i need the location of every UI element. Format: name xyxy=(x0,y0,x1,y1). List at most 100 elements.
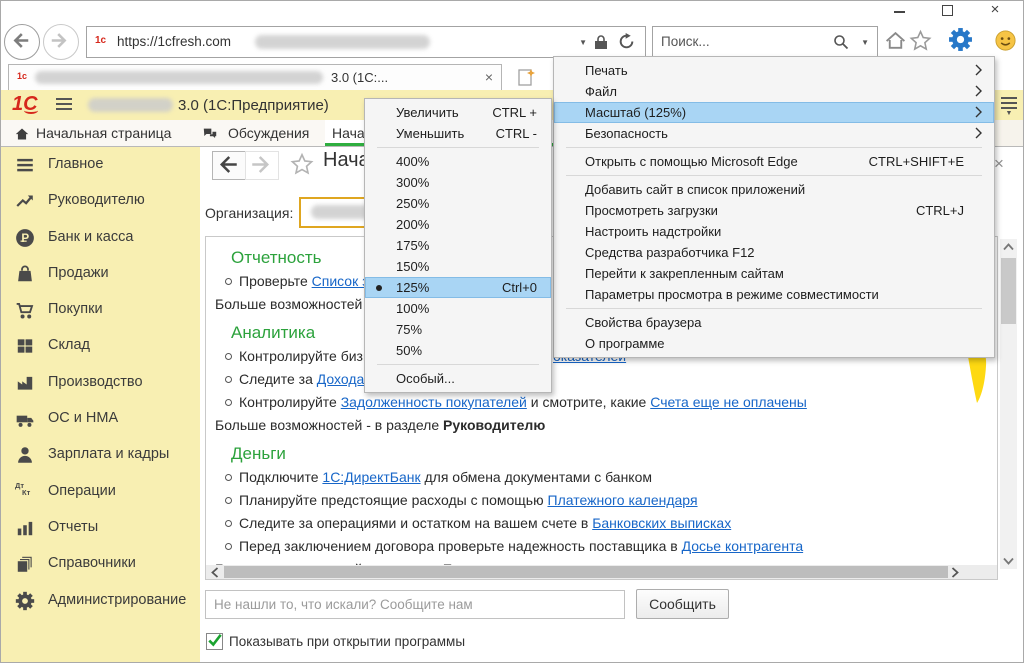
sidebar-item-3[interactable]: Продажи xyxy=(0,256,200,292)
zoom-menu-item-3[interactable]: 400% xyxy=(365,151,551,172)
url-text: https://1cfresh.com xyxy=(117,34,231,49)
maximize-icon[interactable] xyxy=(932,0,962,20)
sidebar-item-2[interactable]: PБанк и касса xyxy=(0,220,200,256)
content-text: Подключите xyxy=(239,469,322,485)
zoom-menu-item-11[interactable]: 75% xyxy=(365,319,551,340)
content-link[interactable]: Счета еще не оплачены xyxy=(650,394,807,410)
content-line: Контролируйте Задолженность покупателей … xyxy=(206,391,997,414)
content-line: Следите за Доходам xyxy=(206,368,997,391)
scroll-left-icon[interactable] xyxy=(211,567,219,578)
chat-icon xyxy=(202,126,218,142)
favorites-star-icon[interactable] xyxy=(909,29,932,52)
feedback-submit-button[interactable]: Сообщить xyxy=(636,589,729,619)
settings-menu-item-label: Настроить надстройки xyxy=(585,224,721,239)
gear-icon xyxy=(15,591,35,611)
settings-menu-item-label: Параметры просмотра в режиме совместимос… xyxy=(585,287,879,302)
zoom-menu-item-5[interactable]: 250% xyxy=(365,193,551,214)
close-window-icon[interactable]: × xyxy=(980,0,1010,20)
refresh-icon[interactable] xyxy=(618,33,635,50)
settings-menu-item-12[interactable]: Параметры просмотра в режиме совместимос… xyxy=(554,284,994,305)
app-tab-1[interactable]: Обсуждения xyxy=(190,120,326,146)
search-box[interactable]: Поиск... ▼ xyxy=(652,26,878,58)
bullet-icon xyxy=(225,543,232,550)
url-bar[interactable]: 1с https://1cfresh.com ▼ xyxy=(86,26,646,58)
page-back-button[interactable] xyxy=(212,151,246,180)
bullet-icon xyxy=(225,497,232,504)
sidebar-item-8[interactable]: Зарплата и кадры xyxy=(0,437,200,473)
zoom-menu-item-8[interactable]: 150% xyxy=(365,256,551,277)
content-link[interactable]: Платежного календаря xyxy=(548,492,698,508)
content-line: Больше возможностей - в разделе Руководи… xyxy=(206,414,997,437)
main-menu-burger-icon[interactable]: ▼ xyxy=(1001,97,1017,116)
feedback-smiley-icon[interactable] xyxy=(994,29,1017,52)
tab-close-icon[interactable]: × xyxy=(485,69,493,85)
content-link[interactable]: Банковских выписках xyxy=(592,515,731,531)
content-text: Больше возможностей - в разделе xyxy=(215,417,443,433)
vertical-scroll-thumb[interactable] xyxy=(1001,258,1016,324)
content-link[interactable]: 1С:ДиректБанк xyxy=(322,469,420,485)
browser-tab[interactable]: 1с 3.0 (1С:... × xyxy=(8,64,502,91)
vertical-scrollbar[interactable] xyxy=(1000,239,1017,569)
settings-gear-icon[interactable] xyxy=(948,27,973,57)
zoom-menu-item-12[interactable]: 50% xyxy=(365,340,551,361)
favorite-star-icon[interactable] xyxy=(290,152,314,176)
zoom-menu-item-4[interactable]: 300% xyxy=(365,172,551,193)
settings-menu-item-5[interactable]: Открыть с помощью Microsoft EdgeCTRL+SHI… xyxy=(554,151,994,172)
sidebar-item-7[interactable]: ОС и НМА xyxy=(0,401,200,437)
scroll-right-icon[interactable] xyxy=(951,567,959,578)
settings-menu-item-11[interactable]: Перейти к закрепленным сайтам xyxy=(554,263,994,284)
zoom-menu-item-6[interactable]: 200% xyxy=(365,214,551,235)
page-forward-button[interactable] xyxy=(245,151,279,180)
sidebar-item-12[interactable]: Администрирование xyxy=(0,583,200,619)
content-link[interactable]: Задолженность покупателей xyxy=(341,394,527,410)
settings-menu-item-10[interactable]: Средства разработчика F12 xyxy=(554,242,994,263)
settings-menu-item-7[interactable]: Добавить сайт в список приложений xyxy=(554,179,994,200)
zoom-menu-item-1[interactable]: УменьшитьCTRL - xyxy=(365,123,551,144)
sidebar-item-9[interactable]: ДтКтОперации xyxy=(0,474,200,510)
home-icon[interactable] xyxy=(884,29,907,52)
search-icon[interactable] xyxy=(833,34,849,50)
zoom-menu-item-9[interactable]: 125%Ctrl+0 xyxy=(365,277,551,298)
close-panel-icon[interactable]: × xyxy=(994,154,1004,174)
zoom-menu-item-10[interactable]: 100% xyxy=(365,298,551,319)
horizontal-scrollbar[interactable] xyxy=(206,565,997,579)
settings-menu-item-label: Добавить сайт в список приложений xyxy=(585,182,805,197)
settings-menu-item-9[interactable]: Настроить надстройки xyxy=(554,221,994,242)
horizontal-scroll-thumb[interactable] xyxy=(224,566,948,578)
menu-shortcut: Ctrl+0 xyxy=(502,277,537,298)
feedback-input[interactable] xyxy=(205,590,625,619)
new-tab-icon[interactable] xyxy=(516,67,536,87)
sidebar-item-11[interactable]: Справочники xyxy=(0,546,200,582)
settings-menu-item-8[interactable]: Просмотреть загрузкиCTRL+J xyxy=(554,200,994,221)
show-on-start-checkbox[interactable] xyxy=(206,633,223,650)
scroll-up-icon[interactable] xyxy=(1003,243,1014,251)
settings-menu-item-0[interactable]: Печать xyxy=(554,60,994,81)
app-tab-label: Начальная страница xyxy=(36,125,171,141)
back-button[interactable] xyxy=(4,24,40,60)
sidebar-item-4[interactable]: Покупки xyxy=(0,292,200,328)
truck-icon xyxy=(15,409,35,429)
url-dropdown-icon[interactable]: ▼ xyxy=(579,38,587,47)
zoom-menu-item-7[interactable]: 175% xyxy=(365,235,551,256)
scroll-down-icon[interactable] xyxy=(1003,557,1014,565)
minimize-icon[interactable] xyxy=(884,0,914,20)
sidebar-item-1[interactable]: Руководителю xyxy=(0,183,200,219)
sidebar-item-0[interactable]: Главное xyxy=(0,147,200,183)
settings-menu-item-3[interactable]: Безопасность xyxy=(554,123,994,144)
sidebar-item-6[interactable]: Производство xyxy=(0,365,200,401)
zoom-menu-item-14[interactable]: Особый... xyxy=(365,368,551,389)
settings-menu-item-2[interactable]: Масштаб (125%) xyxy=(554,102,994,123)
hamburger-menu-icon[interactable] xyxy=(56,98,72,113)
bullet-icon xyxy=(225,278,232,285)
settings-menu-item-15[interactable]: О программе xyxy=(554,333,994,354)
search-dropdown-icon[interactable]: ▼ xyxy=(861,38,869,47)
settings-menu-item-14[interactable]: Свойства браузера xyxy=(554,312,994,333)
content-link[interactable]: Досье контрагента xyxy=(682,538,804,554)
forward-button[interactable] xyxy=(43,24,79,60)
sidebar-item-10[interactable]: Отчеты xyxy=(0,510,200,546)
settings-menu-item-1[interactable]: Файл xyxy=(554,81,994,102)
menu-shortcut: CTRL+SHIFT+E xyxy=(869,151,964,172)
sidebar-item-5[interactable]: Склад xyxy=(0,328,200,364)
zoom-menu-item-0[interactable]: УвеличитьCTRL + xyxy=(365,102,551,123)
app-tab-0[interactable]: Начальная страница xyxy=(0,120,191,146)
